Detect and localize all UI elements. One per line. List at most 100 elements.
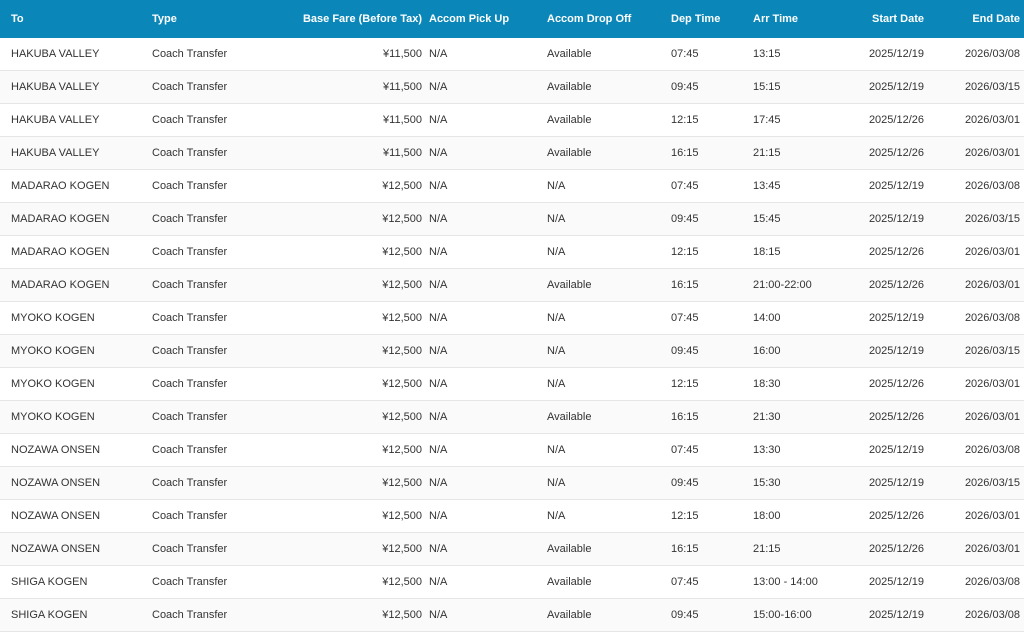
cell-start-date: 2025/12/19: [835, 202, 924, 236]
cell-dep-time: 12:15: [671, 499, 753, 533]
cell-accom-pick-up: N/A: [429, 202, 547, 236]
cell-accom-drop-off: N/A: [547, 235, 671, 269]
cell-base-fare: ¥11,500: [264, 70, 429, 104]
cell-type: Coach Transfer: [152, 235, 264, 269]
header-row: To Type Base Fare (Before Tax) Accom Pic…: [0, 0, 1024, 38]
column-header-to[interactable]: To: [0, 0, 152, 38]
table-row: HAKUBA VALLEY Coach Transfer ¥11,500 N/A Ava…: [0, 136, 1024, 170]
cell-start-date: 2025/12/19: [835, 169, 924, 203]
cell-end-date: 2026/03/01: [924, 235, 1024, 269]
cell-accom-drop-off: Available: [547, 598, 671, 632]
cell-base-fare: ¥12,500: [264, 565, 429, 599]
table-row: SHIGA KOGEN Coach Transfer ¥12,500 N/A Avail…: [0, 598, 1024, 632]
cell-start-date: 2025/12/26: [835, 235, 924, 269]
table-row: SHIGA KOGEN Coach Transfer ¥12,500 N/A Avail…: [0, 565, 1024, 599]
cell-base-fare: ¥12,500: [264, 532, 429, 566]
cell-destination: HAKUBA VALLEY: [0, 70, 152, 104]
cell-arr-time: 21:15: [753, 532, 835, 566]
cell-end-date: 2026/03/08: [924, 565, 1024, 599]
cell-accom-drop-off: Available: [547, 532, 671, 566]
column-header-accom-drop-off[interactable]: Accom Drop Off: [547, 0, 671, 38]
table-body: HAKUBA VALLEY Coach Transfer ¥11,500 N/A Ava…: [0, 38, 1024, 632]
column-header-arr-time[interactable]: Arr Time: [753, 0, 835, 38]
cell-base-fare: ¥12,500: [264, 235, 429, 269]
column-header-end-date[interactable]: End Date: [924, 0, 1024, 38]
cell-end-date: 2026/03/08: [924, 169, 1024, 203]
cell-accom-drop-off: Available: [547, 38, 671, 71]
cell-end-date: 2026/03/01: [924, 400, 1024, 434]
cell-arr-time: 18:30: [753, 367, 835, 401]
cell-type: Coach Transfer: [152, 202, 264, 236]
cell-base-fare: ¥12,500: [264, 400, 429, 434]
cell-end-date: 2026/03/01: [924, 268, 1024, 302]
cell-arr-time: 15:15: [753, 70, 835, 104]
cell-destination: HAKUBA VALLEY: [0, 136, 152, 170]
cell-dep-time: 16:15: [671, 136, 753, 170]
cell-type: Coach Transfer: [152, 433, 264, 467]
timetable-container: To Type Base Fare (Before Tax) Accom Pic…: [0, 0, 1024, 636]
table-row: MYOKO KOGEN Coach Transfer ¥12,500 N/A N/A 09…: [0, 334, 1024, 368]
cell-end-date: 2026/03/08: [924, 38, 1024, 71]
cell-end-date: 2026/03/01: [924, 367, 1024, 401]
column-header-accom-pick-up[interactable]: Accom Pick Up: [429, 0, 547, 38]
table-row: NOZAWA ONSEN Coach Transfer ¥12,500 N/A Avai…: [0, 532, 1024, 566]
cell-accom-drop-off: Available: [547, 268, 671, 302]
cell-accom-drop-off: N/A: [547, 334, 671, 368]
cell-arr-time: 17:45: [753, 103, 835, 137]
cell-accom-pick-up: N/A: [429, 433, 547, 467]
cell-dep-time: 09:45: [671, 466, 753, 500]
cell-arr-time: 16:00: [753, 334, 835, 368]
cell-end-date: 2026/03/15: [924, 334, 1024, 368]
cell-dep-time: 09:45: [671, 598, 753, 632]
cell-accom-drop-off: Available: [547, 565, 671, 599]
cell-accom-pick-up: N/A: [429, 466, 547, 500]
column-header-type[interactable]: Type: [152, 0, 264, 38]
cell-accom-pick-up: N/A: [429, 598, 547, 632]
cell-base-fare: ¥12,500: [264, 169, 429, 203]
cell-type: Coach Transfer: [152, 38, 264, 71]
cell-destination: MYOKO KOGEN: [0, 367, 152, 401]
cell-start-date: 2025/12/19: [835, 70, 924, 104]
cell-destination: MYOKO KOGEN: [0, 400, 152, 434]
cell-accom-drop-off: Available: [547, 400, 671, 434]
cell-accom-drop-off: Available: [547, 70, 671, 104]
cell-start-date: 2025/12/26: [835, 268, 924, 302]
table-row: NOZAWA ONSEN Coach Transfer ¥12,500 N/A N/A 1…: [0, 499, 1024, 533]
cell-arr-time: 15:45: [753, 202, 835, 236]
column-header-dep-time[interactable]: Dep Time: [671, 0, 753, 38]
cell-arr-time: 13:00 - 14:00: [753, 565, 835, 599]
cell-accom-pick-up: N/A: [429, 499, 547, 533]
cell-base-fare: ¥12,500: [264, 598, 429, 632]
cell-destination: NOZAWA ONSEN: [0, 433, 152, 467]
cell-start-date: 2025/12/26: [835, 499, 924, 533]
cell-dep-time: 16:15: [671, 268, 753, 302]
cell-arr-time: 21:15: [753, 136, 835, 170]
table-row: MADARAO KOGEN Coach Transfer ¥12,500 N/A N/A…: [0, 235, 1024, 269]
cell-dep-time: 09:45: [671, 334, 753, 368]
cell-base-fare: ¥12,500: [264, 367, 429, 401]
column-header-base-fare[interactable]: Base Fare (Before Tax): [264, 0, 429, 38]
cell-accom-pick-up: N/A: [429, 235, 547, 269]
cell-end-date: 2026/03/01: [924, 136, 1024, 170]
cell-base-fare: ¥12,500: [264, 499, 429, 533]
cell-base-fare: ¥12,500: [264, 466, 429, 500]
cell-end-date: 2026/03/15: [924, 466, 1024, 500]
cell-start-date: 2025/12/26: [835, 532, 924, 566]
cell-dep-time: 12:15: [671, 235, 753, 269]
cell-destination: MYOKO KOGEN: [0, 334, 152, 368]
cell-dep-time: 07:45: [671, 169, 753, 203]
cell-end-date: 2026/03/15: [924, 70, 1024, 104]
cell-arr-time: 14:00: [753, 301, 835, 335]
cell-accom-drop-off: N/A: [547, 169, 671, 203]
table-row: HAKUBA VALLEY Coach Transfer ¥11,500 N/A Ava…: [0, 103, 1024, 137]
cell-type: Coach Transfer: [152, 400, 264, 434]
cell-type: Coach Transfer: [152, 169, 264, 203]
column-header-start-date[interactable]: Start Date: [835, 0, 924, 38]
cell-dep-time: 09:45: [671, 202, 753, 236]
cell-accom-drop-off: N/A: [547, 499, 671, 533]
cell-destination: HAKUBA VALLEY: [0, 103, 152, 137]
cell-arr-time: 13:15: [753, 38, 835, 71]
cell-accom-pick-up: N/A: [429, 136, 547, 170]
table-row: MADARAO KOGEN Coach Transfer ¥12,500 N/A N/A…: [0, 202, 1024, 236]
cell-arr-time: 15:30: [753, 466, 835, 500]
